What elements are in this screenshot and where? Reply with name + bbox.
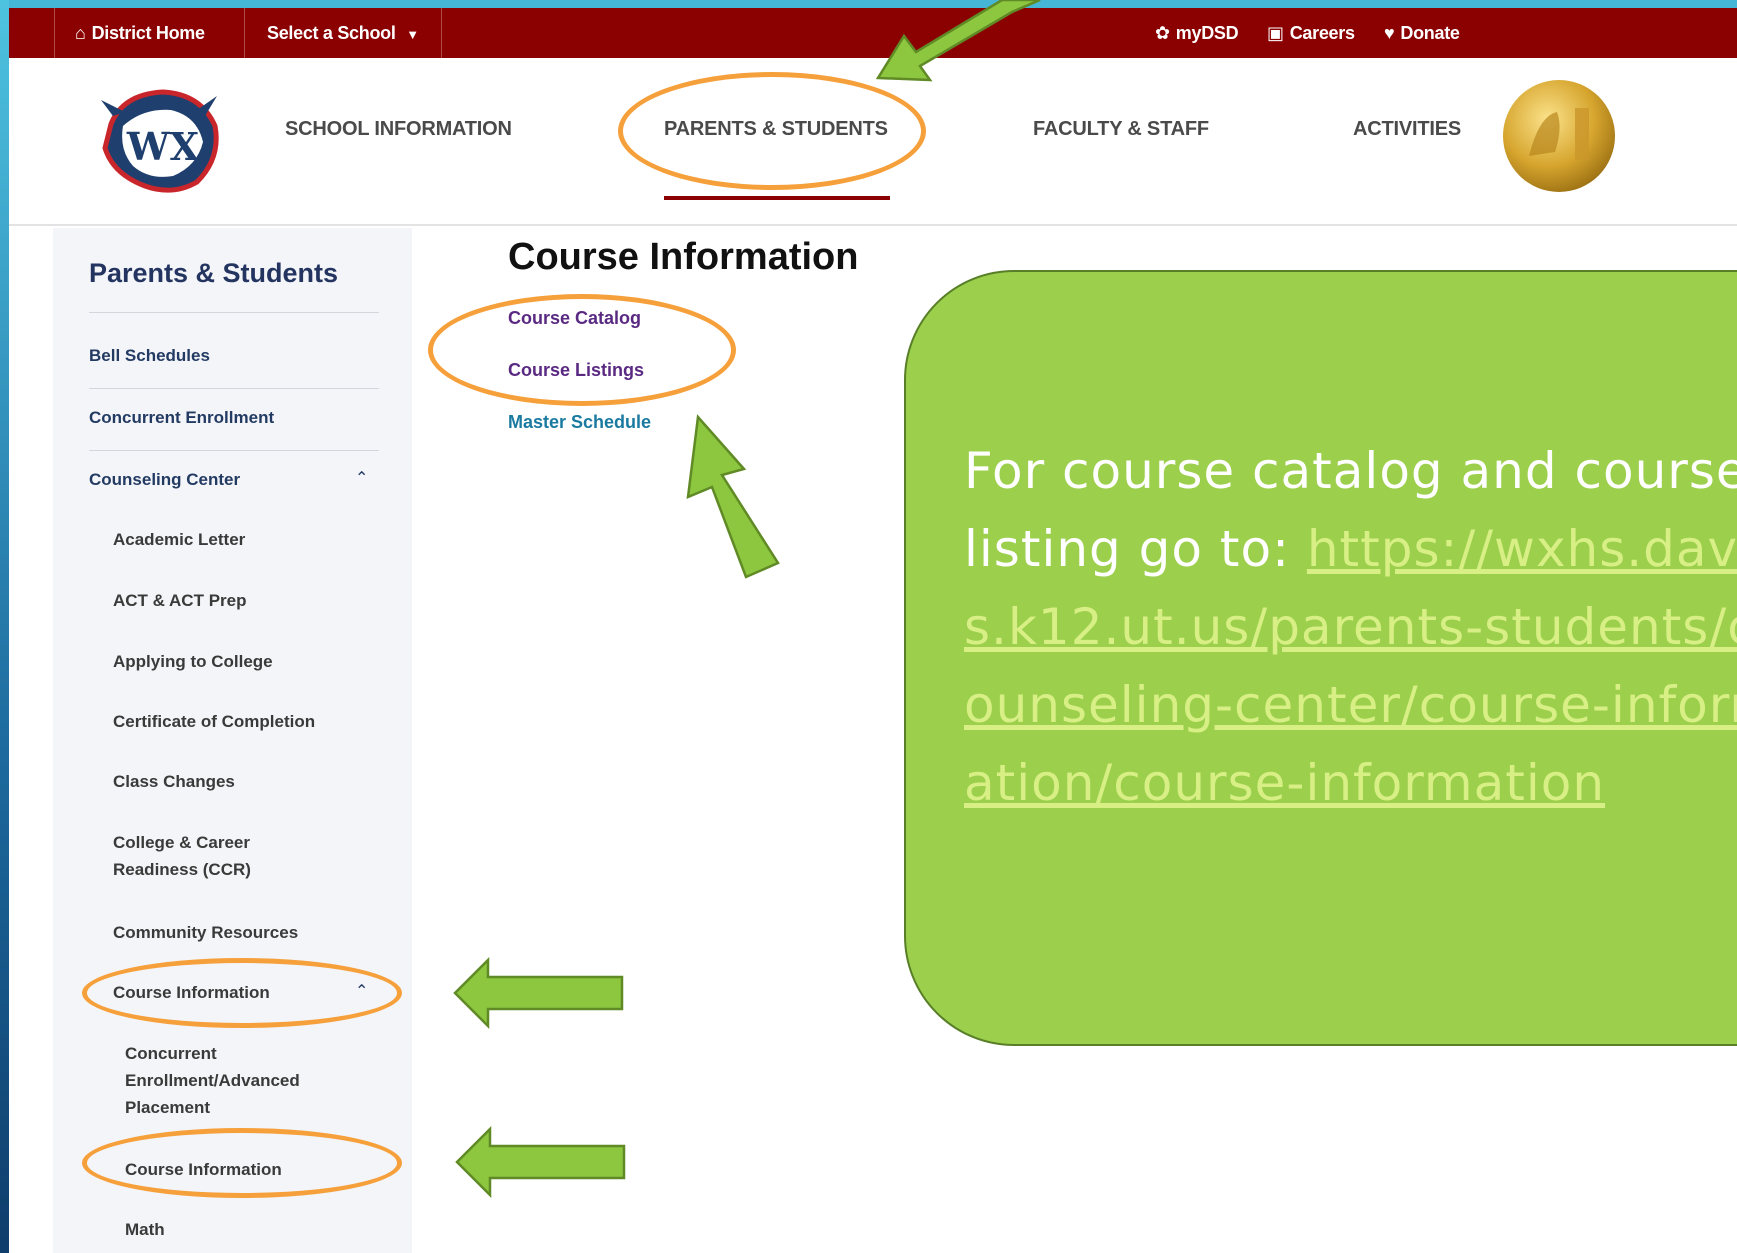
arrow-icon: [875, 0, 1041, 82]
arrow-icon: [686, 414, 780, 579]
arrow-icon: [453, 956, 624, 1030]
arrow-icon: [455, 1125, 626, 1199]
callout-text: For course catalog and course listing go…: [964, 432, 1737, 822]
instruction-callout: For course catalog and course listing go…: [904, 270, 1737, 1046]
